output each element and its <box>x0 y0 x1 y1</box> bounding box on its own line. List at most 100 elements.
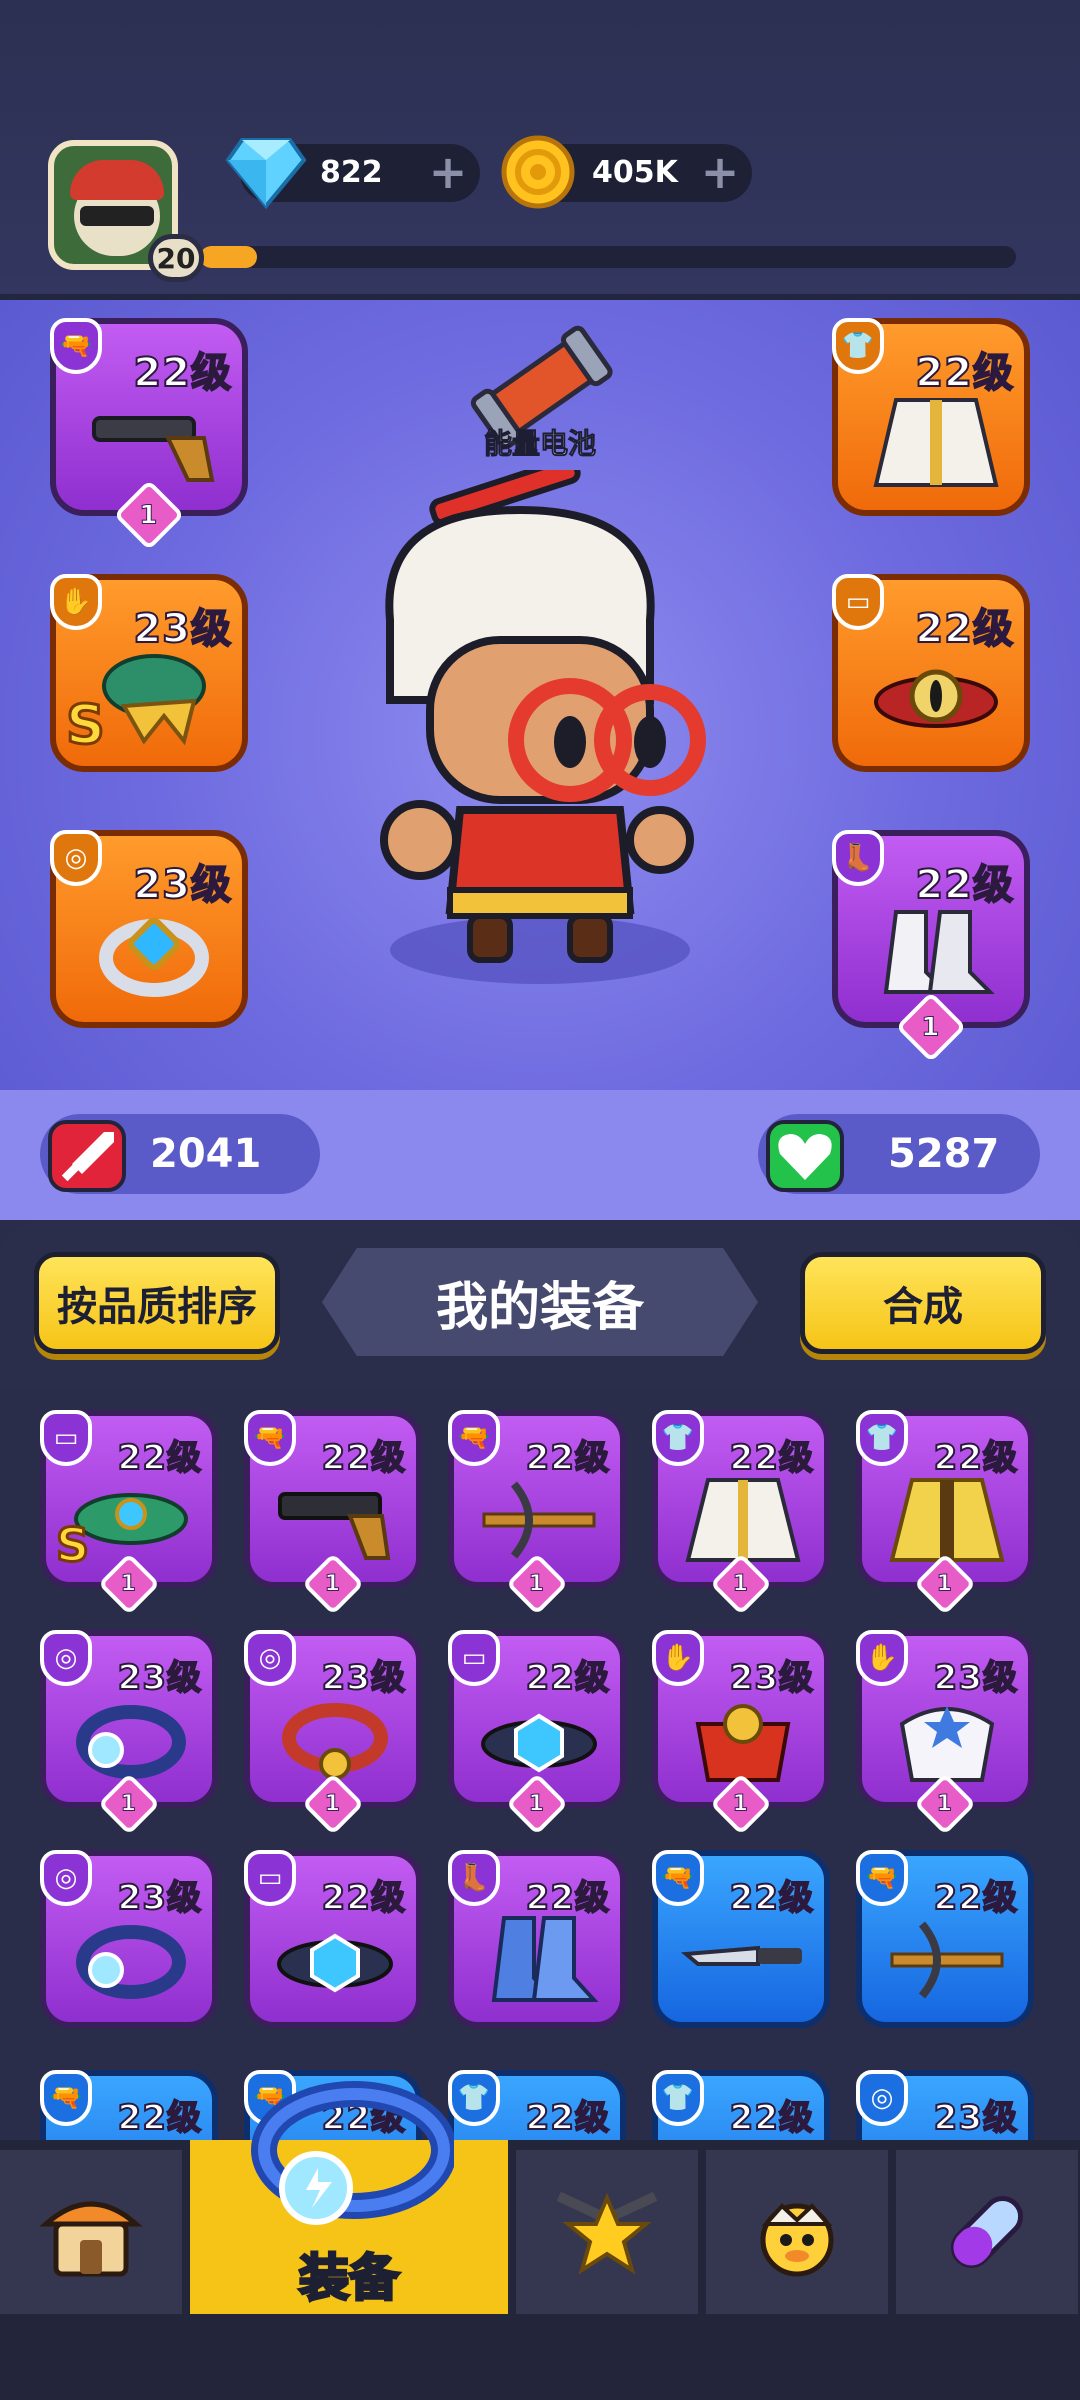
belt-type-icon: ▭ <box>244 1850 296 1906</box>
sword-icon <box>48 1120 126 1192</box>
inventory-item[interactable]: 🔫 22级 <box>40 2070 218 2140</box>
boots-type-icon: 👢 <box>448 1850 500 1906</box>
item-level: 22级 <box>525 1437 610 1479</box>
avatar-hat <box>70 160 164 200</box>
equipped-armor-slot[interactable]: 👕 22级 <box>832 318 1030 516</box>
knife-icon <box>680 1945 802 1966</box>
sort-by-quality-button[interactable]: 按品质排序 <box>34 1252 280 1354</box>
inventory-item[interactable]: 🔫 22级 <box>856 1850 1034 2028</box>
ring-icon <box>99 918 209 997</box>
top-bar: 20 822 + 405K + <box>0 0 1080 300</box>
white-coat-icon <box>685 1478 801 1562</box>
item-level: 22级 <box>933 1877 1018 1919</box>
inventory-item[interactable]: 🔫 22级 1 <box>448 1410 626 1616</box>
inventory-item[interactable]: 👕 22级 <box>652 2070 830 2140</box>
inventory-item[interactable]: ◎ 23级 <box>40 1850 218 2028</box>
revolver-icon <box>92 416 215 482</box>
gem-icon <box>225 138 307 210</box>
inventory-item[interactable]: 🔫 22级 <box>652 1850 830 2028</box>
belt-type-icon: ▭ <box>40 1410 92 1466</box>
health-value: 5287 <box>888 1131 1000 1177</box>
inventory-title: 我的装备 <box>322 1248 758 1356</box>
ring-type-icon: ◎ <box>244 1630 296 1686</box>
inventory-item[interactable]: 🔫 22级 1 <box>244 1410 422 1616</box>
equipped-gloves-slot[interactable]: ✋ 23级 S <box>50 574 248 772</box>
weapon-type-icon: 🔫 <box>652 1850 704 1906</box>
inventory-item[interactable]: 👕 22级 <box>448 2070 626 2140</box>
armor-type-icon: 👕 <box>832 318 884 374</box>
weapon-type-icon: 🔫 <box>40 2070 92 2126</box>
inventory-item[interactable]: 👢 22级 <box>448 1850 626 2028</box>
coin-counter: 405K + <box>501 135 752 209</box>
tier-s-badge: S <box>54 1517 90 1574</box>
lightning-belt-icon <box>481 1713 597 1773</box>
tier-s-badge: S <box>65 692 107 758</box>
equipped-boots-slot[interactable]: 👢 22级 1 <box>832 830 1030 1063</box>
item-level: 22级 <box>729 2097 814 2139</box>
merge-button[interactable]: 合成 <box>800 1252 1046 1354</box>
lightning-belt-icon <box>277 1933 393 1993</box>
tab-talents[interactable] <box>896 2150 1080 2314</box>
tab-equipment[interactable]: 装备 <box>190 2081 512 2314</box>
inventory-item[interactable]: 👕 22级 1 <box>652 1410 830 1616</box>
item-level: 23级 <box>729 1657 814 1699</box>
tab-equipment-label: 装备 <box>298 2248 401 2309</box>
inventory-item[interactable]: ✋ 23级 1 <box>652 1630 830 1836</box>
avatar-glasses <box>80 206 154 226</box>
tab-shop[interactable] <box>0 2150 186 2314</box>
item-level: 22级 <box>729 1437 814 1479</box>
equipped-weapon-slot[interactable]: 🔫 22级 1 <box>50 318 248 551</box>
inventory-item[interactable]: ▭ 22级 S 1 <box>40 1410 218 1616</box>
inventory-grid: ▭ 22级 S 1 🔫 22级 1 🔫 22级 1 👕 22级 1 👕 22级 … <box>0 1390 1080 2140</box>
coin-count: 405K <box>592 155 678 190</box>
item-level: 22级 <box>525 1877 610 1919</box>
ring-type-icon: ◎ <box>856 2070 908 2126</box>
energy-battery-label: 能量电池 <box>483 427 596 461</box>
equipped-ring-slot[interactable]: ◎ 23级 <box>50 830 248 1028</box>
inventory-item[interactable]: 👕 22级 1 <box>856 1410 1034 1616</box>
armor-type-icon: 👕 <box>448 2070 500 2126</box>
inventory-item[interactable]: ▭ 22级 1 <box>448 1630 626 1836</box>
coat-icon <box>873 398 999 487</box>
boots-type-icon: 👢 <box>832 830 884 886</box>
bottom-navigation: 装备 <box>0 2081 1080 2400</box>
blue-ring-icon <box>76 1925 186 1999</box>
inventory-item[interactable]: ▭ 22级 <box>244 1850 422 2028</box>
gem-counter: 822 + <box>225 138 480 210</box>
belt-type-icon: ▭ <box>832 574 884 630</box>
coin-icon <box>501 135 575 209</box>
inventory-item[interactable]: ◎ 23级 1 <box>40 1630 218 1836</box>
tab-pets[interactable] <box>706 2150 892 2314</box>
attack-value: 2041 <box>150 1131 262 1177</box>
add-coins-button[interactable]: + <box>700 149 740 195</box>
inventory-item[interactable]: ✋ 23级 1 <box>856 1630 1034 1836</box>
blue-ring-icon <box>76 1705 186 1779</box>
inventory-item[interactable]: ◎ 23级 <box>856 2070 1034 2140</box>
tab-battle[interactable] <box>516 2150 702 2314</box>
equipped-belt-slot[interactable]: ▭ 22级 <box>832 574 1030 772</box>
item-level: 22级 <box>117 2097 202 2139</box>
weapon-type-icon: 🔫 <box>244 1410 296 1466</box>
xp-progress-bar <box>200 246 1016 268</box>
weapon-type-icon: 🔫 <box>856 1850 908 1906</box>
item-level: 22级 <box>117 1437 202 1479</box>
gloves-type-icon: ✋ <box>856 1630 908 1686</box>
ring-type-icon: ◎ <box>40 1630 92 1686</box>
armor-type-icon: 👕 <box>652 2070 704 2126</box>
item-level: 23级 <box>933 1657 1018 1699</box>
inventory-item[interactable]: ◎ 23级 1 <box>244 1630 422 1836</box>
weapon-type-icon: 🔫 <box>50 318 102 374</box>
capsule-icon <box>950 2195 1024 2269</box>
heart-icon <box>766 1120 844 1192</box>
red-ring-icon <box>282 1703 388 1780</box>
blue-boots-icon <box>491 1916 599 2002</box>
item-level: 23级 <box>117 1877 202 1919</box>
item-level: 22级 <box>525 2097 610 2139</box>
item-level: 23级 <box>321 1657 406 1699</box>
white-glove-icon <box>899 1706 995 1782</box>
gauntlet-icon <box>102 654 206 746</box>
add-gems-button[interactable]: + <box>428 149 468 195</box>
gold-coat-icon <box>889 1478 1005 1562</box>
ring-type-icon: ◎ <box>40 1850 92 1906</box>
hero-character <box>380 470 706 984</box>
